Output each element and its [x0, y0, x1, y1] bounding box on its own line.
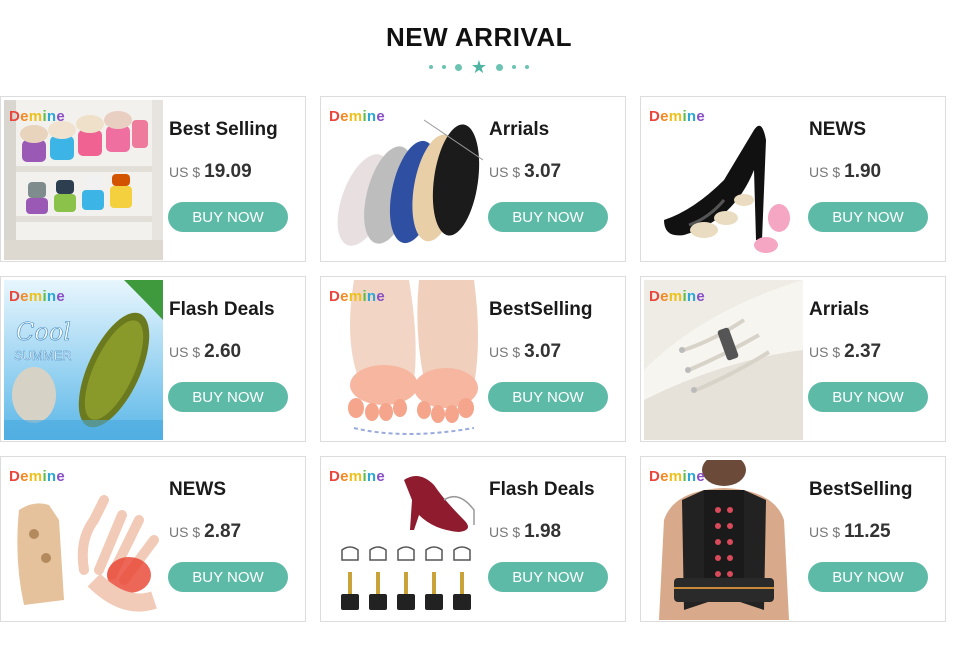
title-divider: ★: [0, 58, 958, 76]
product-title[interactable]: Flash Deals: [489, 479, 595, 501]
buy-now-button[interactable]: BUY NOW: [808, 562, 928, 592]
brand-logo: Demine: [649, 468, 706, 485]
brand-logo: Demine: [649, 288, 706, 305]
product-card[interactable]: Demine Best Selling US $19.09 BUY NOW: [0, 96, 306, 262]
product-card[interactable]: Demine Flash Deals US $1.98 BUY NOW: [320, 456, 626, 622]
product-title[interactable]: BestSelling: [809, 479, 912, 501]
product-title[interactable]: BestSelling: [489, 299, 592, 321]
product-price: US $3.07: [489, 341, 562, 362]
product-card[interactable]: Demine BestSelling US $11.25 BUY NOW: [640, 456, 946, 622]
product-price: US $1.98: [489, 521, 562, 542]
product-price: US $3.07: [489, 161, 562, 182]
product-title[interactable]: Arrials: [489, 119, 549, 141]
buy-now-button[interactable]: BUY NOW: [488, 202, 608, 232]
buy-now-button[interactable]: BUY NOW: [808, 382, 928, 412]
buy-now-button[interactable]: BUY NOW: [808, 202, 928, 232]
brand-logo: Demine: [329, 288, 386, 305]
product-card[interactable]: Demine Arrials US $2.37 BUY NOW: [640, 276, 946, 442]
buy-now-button[interactable]: BUY NOW: [168, 382, 288, 412]
product-price: US $19.09: [169, 161, 252, 182]
section-title: NEW ARRIVAL: [385, 22, 573, 52]
product-title[interactable]: Best Selling: [169, 119, 278, 141]
product-price: US $1.90: [809, 161, 882, 182]
image-text-cool: Cool: [16, 318, 71, 346]
product-price: US $2.87: [169, 521, 242, 542]
brand-logo: Demine: [329, 468, 386, 485]
star-icon: ★: [470, 57, 488, 77]
product-card[interactable]: Demine BestSelling US $3.07 BUY NOW: [320, 276, 626, 442]
product-card[interactable]: Demine NEWS US $1.90 BUY NOW: [640, 96, 946, 262]
buy-now-button[interactable]: BUY NOW: [168, 202, 288, 232]
brand-logo: Demine: [9, 468, 66, 485]
product-card[interactable]: Cool SUMMER Demine Flash Deals US $2.60 …: [0, 276, 306, 442]
product-title[interactable]: NEWS: [169, 479, 226, 501]
product-price: US $11.25: [809, 521, 891, 542]
product-price: US $2.37: [809, 341, 882, 362]
brand-logo: Demine: [329, 108, 386, 125]
buy-now-button[interactable]: BUY NOW: [168, 562, 288, 592]
buy-now-button[interactable]: BUY NOW: [488, 382, 608, 412]
product-card[interactable]: Demine NEWS US $2.87 BUY NOW: [0, 456, 306, 622]
buy-now-button[interactable]: BUY NOW: [488, 562, 608, 592]
brand-logo: Demine: [9, 108, 66, 125]
product-title[interactable]: NEWS: [809, 119, 866, 141]
product-card[interactable]: Demine Arrials US $3.07 BUY NOW: [320, 96, 626, 262]
product-title[interactable]: Arrials: [809, 299, 869, 321]
brand-logo: Demine: [9, 288, 66, 305]
product-title[interactable]: Flash Deals: [169, 299, 275, 321]
brand-logo: Demine: [649, 108, 706, 125]
image-text-summer: SUMMER: [14, 348, 72, 363]
product-price: US $2.60: [169, 341, 242, 362]
